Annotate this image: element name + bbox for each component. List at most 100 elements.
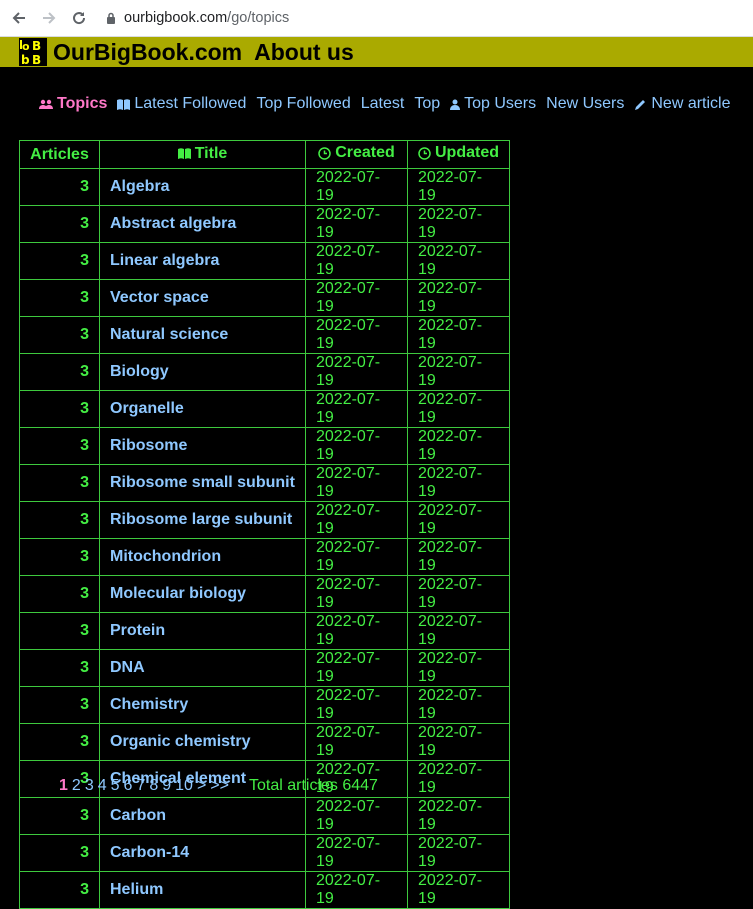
article-count: 3	[19, 538, 100, 577]
last-page-link[interactable]: >>	[210, 777, 229, 795]
table-row: 3 Abstract algebra 2022-07-19 2022-07-19	[19, 205, 510, 244]
article-count: 3	[19, 575, 100, 614]
column-header-articles[interactable]: Articles	[19, 139, 100, 170]
next-page-link[interactable]: >	[197, 777, 206, 795]
nav-latest-followed[interactable]: Latest Followed	[117, 95, 246, 113]
page-link-3[interactable]: 3	[85, 777, 94, 794]
topic-title-link[interactable]: Natural science	[110, 326, 228, 343]
topic-title-link[interactable]: Helium	[110, 881, 163, 898]
topic-title-link[interactable]: Protein	[110, 622, 165, 639]
updated-date: 2022-07-19	[407, 871, 510, 909]
article-count: 3	[19, 279, 100, 318]
topic-title-link[interactable]: Chemistry	[110, 696, 188, 713]
table-row: 3 Ribosome large subunit 2022-07-19 2022-07…	[19, 501, 510, 540]
nav-new-article-label: New article	[651, 95, 731, 112]
table-row: 3 Linear algebra 2022-07-19 2022-07-19	[19, 242, 510, 281]
topic-title-link[interactable]: Abstract algebra	[110, 215, 236, 232]
created-date: 2022-07-19	[305, 501, 408, 540]
created-date: 2022-07-19	[305, 538, 408, 577]
updated-date: 2022-07-19	[407, 316, 510, 355]
reload-icon[interactable]	[68, 7, 90, 29]
users-icon	[39, 99, 53, 109]
created-date: 2022-07-19	[305, 723, 408, 762]
updated-date: 2022-07-19	[407, 649, 510, 688]
ourbigbook-logo-icon[interactable]: o B b B	[19, 38, 47, 67]
topic-title-link[interactable]: Organelle	[110, 400, 184, 417]
nav-top-users[interactable]: Top Users	[450, 95, 536, 113]
page-links: 1 2 3 4 5 6 7 8 9 10	[59, 777, 197, 795]
user-icon	[450, 99, 461, 110]
article-count: 3	[19, 464, 100, 503]
topic-title-link[interactable]: Organic chemistry	[110, 733, 251, 750]
page-link-9[interactable]: 9	[162, 777, 171, 794]
table-row: 3 Organic chemistry 2022-07-19 2022-07-19	[19, 723, 510, 762]
article-count: 3	[19, 834, 100, 873]
topic-title-link[interactable]: Mitochondrion	[110, 548, 221, 565]
page-link-4[interactable]: 4	[98, 777, 107, 794]
updated-date: 2022-07-19	[407, 353, 510, 392]
topic-title-cell: Protein	[99, 612, 306, 651]
topic-title-link[interactable]: Carbon	[110, 807, 166, 824]
topic-title-link[interactable]: Molecular biology	[110, 585, 246, 602]
topic-title-link[interactable]: Vector space	[110, 289, 209, 306]
table-row: 3 Ribosome 2022-07-19 2022-07-19	[19, 427, 510, 466]
updated-date: 2022-07-19	[407, 612, 510, 651]
nav-top-followed[interactable]: Top Followed	[256, 95, 350, 113]
total-articles: Total articles 6447	[248, 777, 378, 794]
clock-icon	[318, 147, 331, 160]
back-arrow-icon[interactable]	[8, 7, 30, 29]
page-link-8[interactable]: 8	[149, 777, 158, 794]
updated-date: 2022-07-19	[407, 723, 510, 762]
nav-top-users-label: Top Users	[464, 95, 537, 112]
svg-text:o: o	[22, 40, 30, 53]
page-link-6[interactable]: 6	[124, 777, 133, 794]
page-link-5[interactable]: 5	[111, 777, 120, 794]
updated-date: 2022-07-19	[407, 575, 510, 614]
book-icon	[117, 98, 131, 110]
pagination: 1 2 3 4 5 6 7 8 9 10 > >> Total articles 6447	[59, 777, 378, 795]
page-link-2[interactable]: 2	[72, 777, 81, 794]
topic-title-cell: Molecular biology	[99, 575, 306, 614]
table-row: 3 Ribosome small subunit 2022-07-19 2022-07…	[19, 464, 510, 503]
topic-title-cell: Algebra	[99, 168, 306, 207]
updated-date: 2022-07-19	[407, 168, 510, 207]
page-link-7[interactable]: 7	[136, 777, 145, 794]
page-link-1[interactable]: 1	[59, 777, 68, 794]
updated-date: 2022-07-19	[407, 242, 510, 281]
address-bar[interactable]: ourbigbook.com /go/topics	[106, 10, 289, 26]
article-count: 3	[19, 427, 100, 466]
table-row: 3 Vector space 2022-07-19 2022-07-19	[19, 279, 510, 318]
topic-title-link[interactable]: Algebra	[110, 178, 170, 195]
table-body: 3 Algebra 2022-07-19 2022-07-19 3 Abstract al…	[19, 168, 510, 909]
nav-new-users[interactable]: New Users	[546, 95, 624, 113]
topic-title-cell: Linear algebra	[99, 242, 306, 281]
about-us-link[interactable]: About us	[254, 39, 354, 66]
site-name-link[interactable]: OurBigBook.com	[53, 39, 242, 66]
article-count: 3	[19, 723, 100, 762]
nav-topics[interactable]: Topics	[39, 95, 107, 113]
topic-title-cell: Biology	[99, 353, 306, 392]
topic-title-link[interactable]: DNA	[110, 659, 145, 676]
nav-latest-followed-label: Latest Followed	[134, 95, 247, 112]
topic-title-link[interactable]: Ribosome small subunit	[110, 474, 295, 491]
nav-topics-label: Topics	[57, 95, 108, 112]
lock-icon	[106, 12, 116, 24]
column-header-title[interactable]: Title	[99, 139, 306, 170]
page-link-10[interactable]: 10	[175, 777, 193, 794]
column-header-updated[interactable]: Updated	[407, 139, 510, 170]
created-date: 2022-07-19	[305, 353, 408, 392]
topic-title-link[interactable]: Linear algebra	[110, 252, 219, 269]
nav-top[interactable]: Top	[414, 95, 440, 113]
column-header-created[interactable]: Created	[305, 139, 408, 170]
topic-title-link[interactable]: Biology	[110, 363, 169, 380]
topic-title-link[interactable]: Carbon-14	[110, 844, 189, 861]
created-date: 2022-07-19	[305, 279, 408, 318]
topic-title-cell: Organic chemistry	[99, 723, 306, 762]
topic-title-link[interactable]: Ribosome large subunit	[110, 511, 292, 528]
forward-arrow-icon[interactable]	[38, 7, 60, 29]
column-header-updated-label: Updated	[435, 144, 499, 162]
topic-title-link[interactable]: Ribosome	[110, 437, 187, 454]
topic-title-cell: Vector space	[99, 279, 306, 318]
nav-latest[interactable]: Latest	[361, 95, 405, 113]
nav-new-article[interactable]: New article	[634, 95, 731, 113]
